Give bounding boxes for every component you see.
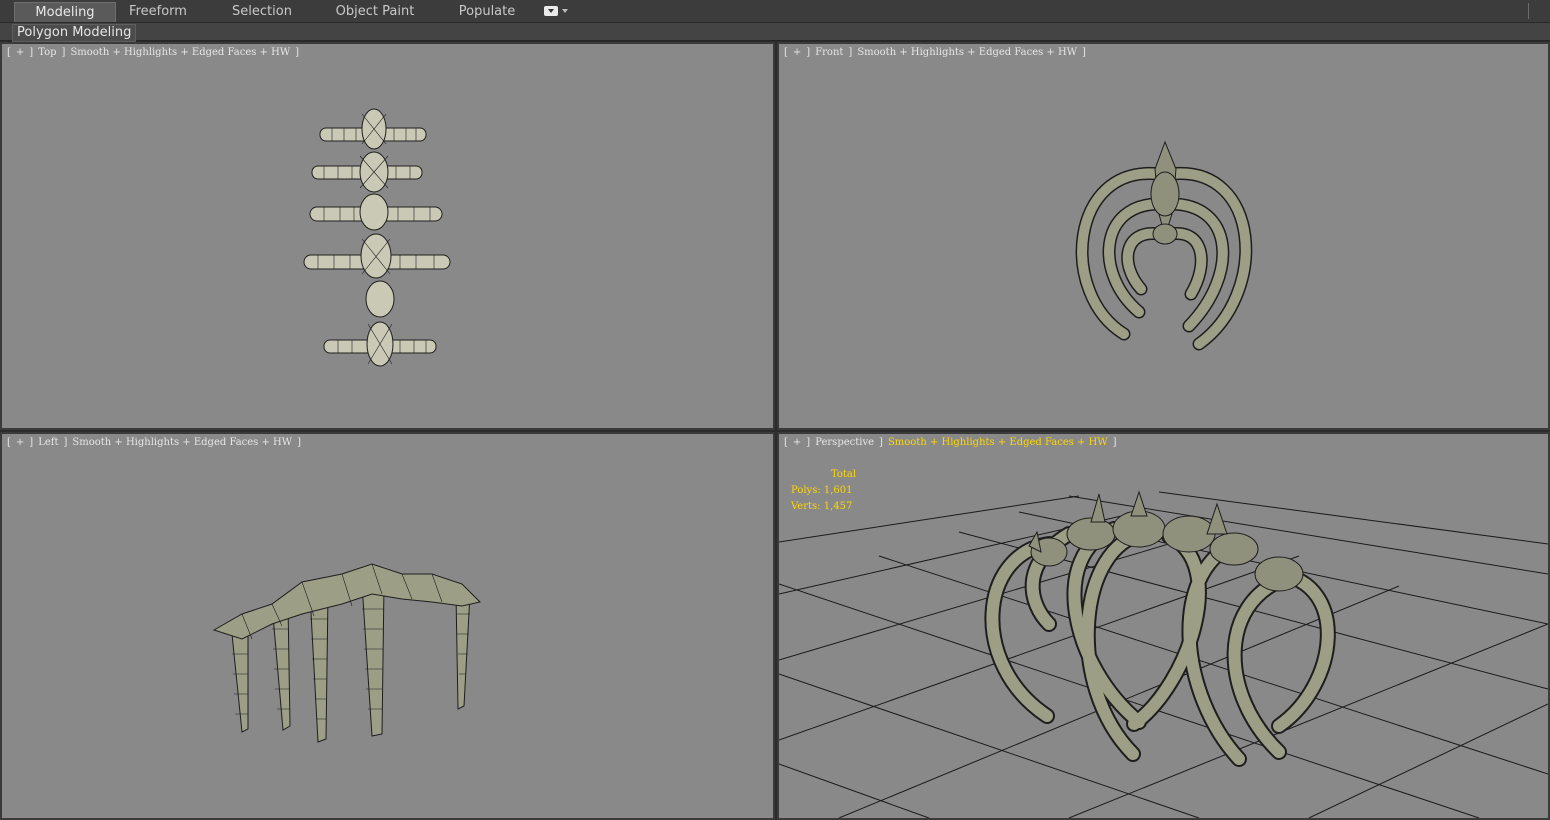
perspective-scene <box>779 490 1548 818</box>
mesh-front-view <box>1075 140 1253 351</box>
viewport-perspective[interactable]: [+] Perspective] Smooth + Highlights + Edg… <box>777 432 1550 820</box>
viewport-front[interactable]: [+] Front] Smooth + Highlights + Edged Fac… <box>777 42 1550 430</box>
spine-left <box>212 563 481 640</box>
leg-left-3 <box>309 593 329 743</box>
tab-freeform[interactable]: Freeform <box>118 2 198 21</box>
divider <box>1528 3 1529 19</box>
leg-left-1 <box>231 633 249 733</box>
polygon-modeling-panel[interactable]: Polygon Modeling <box>12 24 137 42</box>
viewport-left[interactable]: [+] Left] Smooth + Highlights + Edged Face… <box>0 432 775 820</box>
leg-left-5 <box>455 593 471 710</box>
mesh-left-view <box>212 563 481 743</box>
tab-modeling[interactable]: Modeling <box>14 2 116 22</box>
spine-node-5 <box>365 280 395 318</box>
ribbon-panel: Polygon Modeling <box>0 23 1550 42</box>
chevron-down-icon[interactable] <box>562 9 568 13</box>
tab-selection[interactable]: Selection <box>222 2 302 21</box>
spine-node-3 <box>359 193 389 231</box>
mesh-top-view <box>303 108 451 367</box>
spine-node-4 <box>360 233 392 279</box>
ribbon-tab-bar: Modeling Freeform Selection Object Paint… <box>0 0 1550 23</box>
tab-object-paint[interactable]: Object Paint <box>330 2 420 21</box>
viewport-top[interactable]: [+] Top] Smooth + Highlights + Edged Faces… <box>0 42 775 430</box>
ribbon-options-icon[interactable] <box>544 6 558 16</box>
leg-left-4 <box>361 583 385 737</box>
tab-populate[interactable]: Populate <box>452 2 522 21</box>
